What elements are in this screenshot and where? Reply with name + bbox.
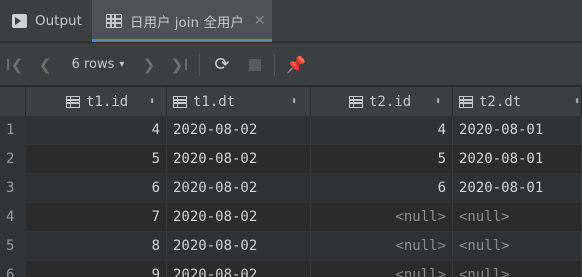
prev-page-icon[interactable]: ❮ xyxy=(34,43,56,86)
rows-count-dropdown[interactable]: 6 rows ▾ xyxy=(62,43,134,86)
table-cell[interactable]: 2020-08-02 xyxy=(167,145,311,174)
table-cell[interactable]: 2020-08-02 xyxy=(167,174,311,203)
next-page-icon[interactable]: ❯ xyxy=(138,43,160,86)
toolbar-divider xyxy=(274,54,275,76)
table-cell[interactable]: 2020-08-01 xyxy=(453,116,582,145)
table-icon xyxy=(106,14,122,28)
table-cell[interactable]: <null> xyxy=(311,232,453,261)
tab-label: Output xyxy=(35,13,82,29)
table-cell[interactable]: <null> xyxy=(453,232,582,261)
table-cell[interactable]: 5 xyxy=(311,145,453,174)
pin-icon[interactable]: 📌 xyxy=(284,43,308,86)
first-page-icon[interactable]: ❮ xyxy=(4,43,26,86)
refresh-icon[interactable]: ⟳ xyxy=(210,43,234,86)
tab-query-result[interactable]: 日用户 join 全用户 ✕ xyxy=(92,0,272,42)
table-cell[interactable]: 2020-08-01 xyxy=(453,145,582,174)
column-icon xyxy=(349,95,363,108)
table-cell[interactable]: 6 xyxy=(26,174,167,203)
close-icon[interactable]: ✕ xyxy=(254,13,266,29)
table-cell[interactable]: 2020-08-01 xyxy=(453,174,582,203)
table-cell[interactable]: 9 xyxy=(26,261,167,277)
stop-icon[interactable] xyxy=(244,43,266,86)
table-cell[interactable]: <null> xyxy=(453,203,582,232)
sort-icon[interactable]: ⬍ xyxy=(291,96,297,107)
table-cell[interactable]: 4 xyxy=(311,116,453,145)
result-toolbar: ❮ ❮ 6 rows ▾ ❯ ❯ ⟳ 📌 xyxy=(0,43,582,86)
column-icon xyxy=(459,95,473,108)
column-name: t1.dt xyxy=(193,93,236,110)
table-cell[interactable]: <null> xyxy=(311,261,453,277)
tab-output[interactable]: Output xyxy=(0,0,90,42)
row-number: 2 xyxy=(0,145,26,174)
column-icon xyxy=(66,95,80,108)
chevron-down-icon: ▾ xyxy=(119,59,125,70)
table-cell[interactable]: 2020-08-02 xyxy=(167,261,311,277)
table-cell[interactable]: 2020-08-02 xyxy=(167,232,311,261)
column-name: t1.id xyxy=(86,93,129,110)
table-cell[interactable]: <null> xyxy=(453,261,582,277)
tab-label: 日用户 join 全用户 xyxy=(130,15,244,31)
table-cell[interactable]: <null> xyxy=(311,203,453,232)
table-cell[interactable]: 5 xyxy=(26,145,167,174)
table-cell[interactable]: 2020-08-02 xyxy=(167,203,311,232)
column-icon xyxy=(173,95,187,108)
result-grid: t1.id ⬍ t1.dt ⬍ t2.id ⬍ t2.dt ⬍ 1 4 2020… xyxy=(0,87,582,277)
sort-icon[interactable]: ⬍ xyxy=(435,96,441,107)
toolbar-divider xyxy=(199,54,200,76)
table-cell[interactable]: 6 xyxy=(311,174,453,203)
rows-count-label: 6 rows xyxy=(71,57,115,72)
row-number: 5 xyxy=(0,232,26,261)
row-number-header xyxy=(0,87,26,116)
column-name: t2.dt xyxy=(479,93,522,110)
row-number: 6 xyxy=(0,261,26,277)
table-cell[interactable]: 4 xyxy=(26,116,167,145)
row-number: 4 xyxy=(0,203,26,232)
row-number: 1 xyxy=(0,116,26,145)
column-header-t2-dt[interactable]: t2.dt ⬍ xyxy=(453,87,582,116)
column-header-t1-id[interactable]: t1.id ⬍ xyxy=(26,87,167,116)
sort-icon[interactable]: ⬍ xyxy=(574,96,580,107)
console-icon xyxy=(12,14,27,28)
table-cell[interactable]: 7 xyxy=(26,203,167,232)
row-number: 3 xyxy=(0,174,26,203)
column-header-t1-dt[interactable]: t1.dt ⬍ xyxy=(167,87,311,116)
column-name: t2.id xyxy=(369,93,412,110)
last-page-icon[interactable]: ❯ xyxy=(168,43,190,86)
table-cell[interactable]: 8 xyxy=(26,232,167,261)
table-cell[interactable]: 2020-08-02 xyxy=(167,116,311,145)
sort-icon[interactable]: ⬍ xyxy=(149,96,155,107)
column-header-t2-id[interactable]: t2.id ⬍ xyxy=(311,87,453,116)
tab-bar: Output 日用户 join 全用户 ✕ xyxy=(0,0,582,42)
